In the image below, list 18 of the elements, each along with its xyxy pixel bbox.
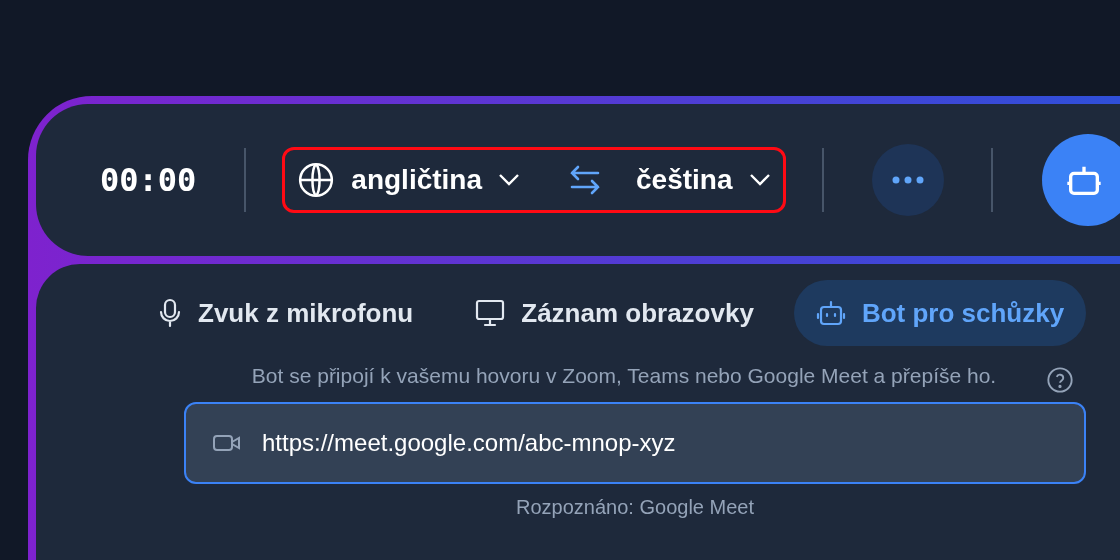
robot-icon <box>815 299 846 327</box>
microphone-icon <box>158 298 182 328</box>
tab[interactable]: Zvuk z mikrofonu <box>136 280 436 346</box>
video-camera-icon <box>212 432 242 454</box>
tab[interactable]: Bot pro schůzky <box>793 280 1087 346</box>
timer: 00:00 <box>100 160 197 201</box>
detected-platform-text: Rozpoznáno: Google Meet <box>516 496 754 518</box>
globe-icon <box>297 161 336 199</box>
target-language-dropdown[interactable]: čeština <box>636 159 771 201</box>
help-icon[interactable] <box>1046 366 1074 394</box>
description-text: Bot se připojí k vašemu hovoru v Zoom, Teams nebo Google Meet a přepíše ho. <box>250 363 998 389</box>
source-language-dropdown[interactable]: angličtina <box>351 159 521 201</box>
chevron-down-icon <box>498 173 521 187</box>
chevron-down-icon <box>748 173 771 187</box>
monitor-icon <box>475 299 506 327</box>
tab[interactable]: Záznam obrazovky <box>453 280 776 346</box>
more-icon <box>891 176 924 184</box>
url-field[interactable]: https://meet.google.com/abc-mnop-xyz <box>184 402 1086 484</box>
